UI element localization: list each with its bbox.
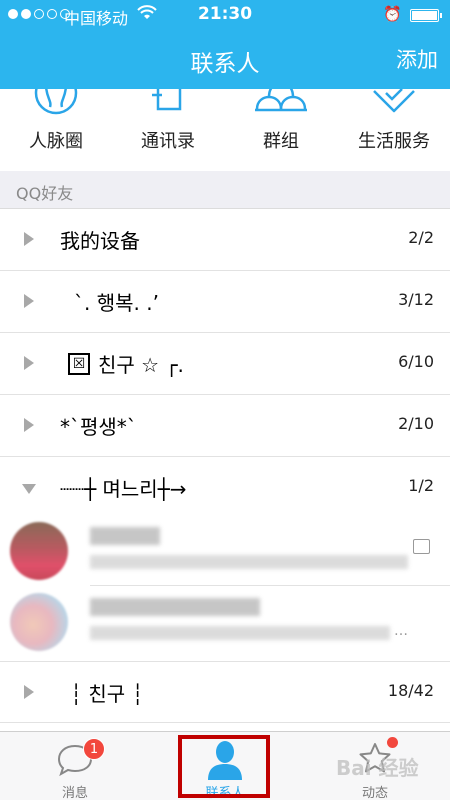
- quick-links: 人脉圈 通讯录 群组 生活服务: [0, 89, 450, 171]
- ballot-box-icon: ☒: [68, 352, 90, 375]
- watermark: Bai 经验: [336, 756, 419, 780]
- page-title: 联系人: [190, 51, 260, 77]
- contact-row[interactable]: [0, 515, 450, 585]
- alarm-clock-icon: ⏰: [383, 5, 402, 23]
- contact-message-redacted: [90, 555, 408, 569]
- group-row[interactable]: `. 행복. .’ 3/12: [0, 271, 450, 333]
- quick-link-label: 生活服务: [358, 131, 430, 152]
- tab-contacts[interactable]: 联系人: [150, 732, 300, 800]
- group-count: 18/42: [387, 681, 434, 700]
- group-name-wrapper: ☒ 친구 ☆ ┌.: [68, 349, 184, 378]
- tab-messages[interactable]: 1 消息: [0, 732, 150, 800]
- contact-name-redacted: [90, 527, 160, 545]
- group-row[interactable]: ┆ 친구 ┆ 18/42: [0, 661, 450, 723]
- group-count: 6/10: [398, 352, 434, 371]
- tab-label: 消息: [61, 786, 88, 800]
- quick-link-life-service[interactable]: 生活服务: [338, 89, 450, 171]
- battery-icon: [410, 9, 442, 22]
- contact-row[interactable]: …: [0, 586, 450, 656]
- chevron-right-icon: [24, 356, 34, 370]
- group-row[interactable]: ☒ 친구 ☆ ┌. 6/10: [0, 333, 450, 395]
- quick-link-label: 通讯录: [141, 131, 195, 152]
- group-name: ┆ 친구 ┆: [70, 682, 144, 706]
- status-bar: 中国移动 21:30 ⏰: [0, 0, 450, 30]
- group-row-expanded[interactable]: ┈┈┼ 며느리┼→ 1/2: [0, 457, 450, 519]
- quick-link-people-circle[interactable]: 人脉圈: [0, 89, 112, 171]
- group-count: 3/12: [398, 290, 434, 309]
- group-icon: [255, 89, 307, 112]
- chevron-right-icon: [24, 232, 34, 246]
- group-count: 1/2: [408, 476, 434, 495]
- add-button[interactable]: 添加: [396, 44, 438, 74]
- group-name: 친구 ☆ ┌.: [98, 353, 184, 377]
- group-name: ┈┈┼ 며느리┼→: [60, 477, 187, 501]
- contact-person-icon: [208, 741, 242, 780]
- tab-label: 联系人: [205, 786, 245, 800]
- contact-name-redacted: [90, 598, 260, 616]
- contact-message-redacted: [90, 626, 390, 640]
- chevron-right-icon: [24, 418, 34, 432]
- quick-link-address-book[interactable]: 通讯录: [112, 89, 224, 171]
- unread-badge: 1: [83, 738, 105, 760]
- avatar: [10, 593, 68, 651]
- chevron-right-icon: [24, 294, 34, 308]
- group-name: 我的设备: [60, 229, 140, 253]
- chevron-down-icon: [22, 484, 36, 494]
- address-book-icon: [152, 89, 182, 111]
- notification-dot: [387, 737, 398, 748]
- chevron-right-icon: [24, 685, 34, 699]
- group-count: 2/10: [398, 414, 434, 433]
- quick-link-label: 群组: [263, 131, 299, 152]
- quick-link-group[interactable]: 群组: [225, 89, 337, 171]
- quick-link-label: 人脉圈: [29, 131, 83, 152]
- group-row-my-devices[interactable]: 我的设备 2/2: [0, 209, 450, 271]
- device-status-icon: [413, 539, 430, 554]
- people-circle-icon: [34, 89, 78, 115]
- top-bar: 中国移动 21:30 ⏰ 联系人 添加: [0, 0, 450, 89]
- group-name: *`평생*`: [60, 415, 137, 439]
- group-row[interactable]: *`평생*` 2/10: [0, 395, 450, 457]
- avatar: [10, 522, 68, 580]
- tab-label: 动态: [361, 786, 388, 800]
- group-name: `. 행복. .’: [74, 291, 159, 315]
- life-service-icon: [373, 89, 415, 113]
- truncation-ellipsis: …: [394, 623, 408, 639]
- group-count: 2/2: [408, 228, 434, 247]
- section-header: QQ好友: [0, 171, 450, 209]
